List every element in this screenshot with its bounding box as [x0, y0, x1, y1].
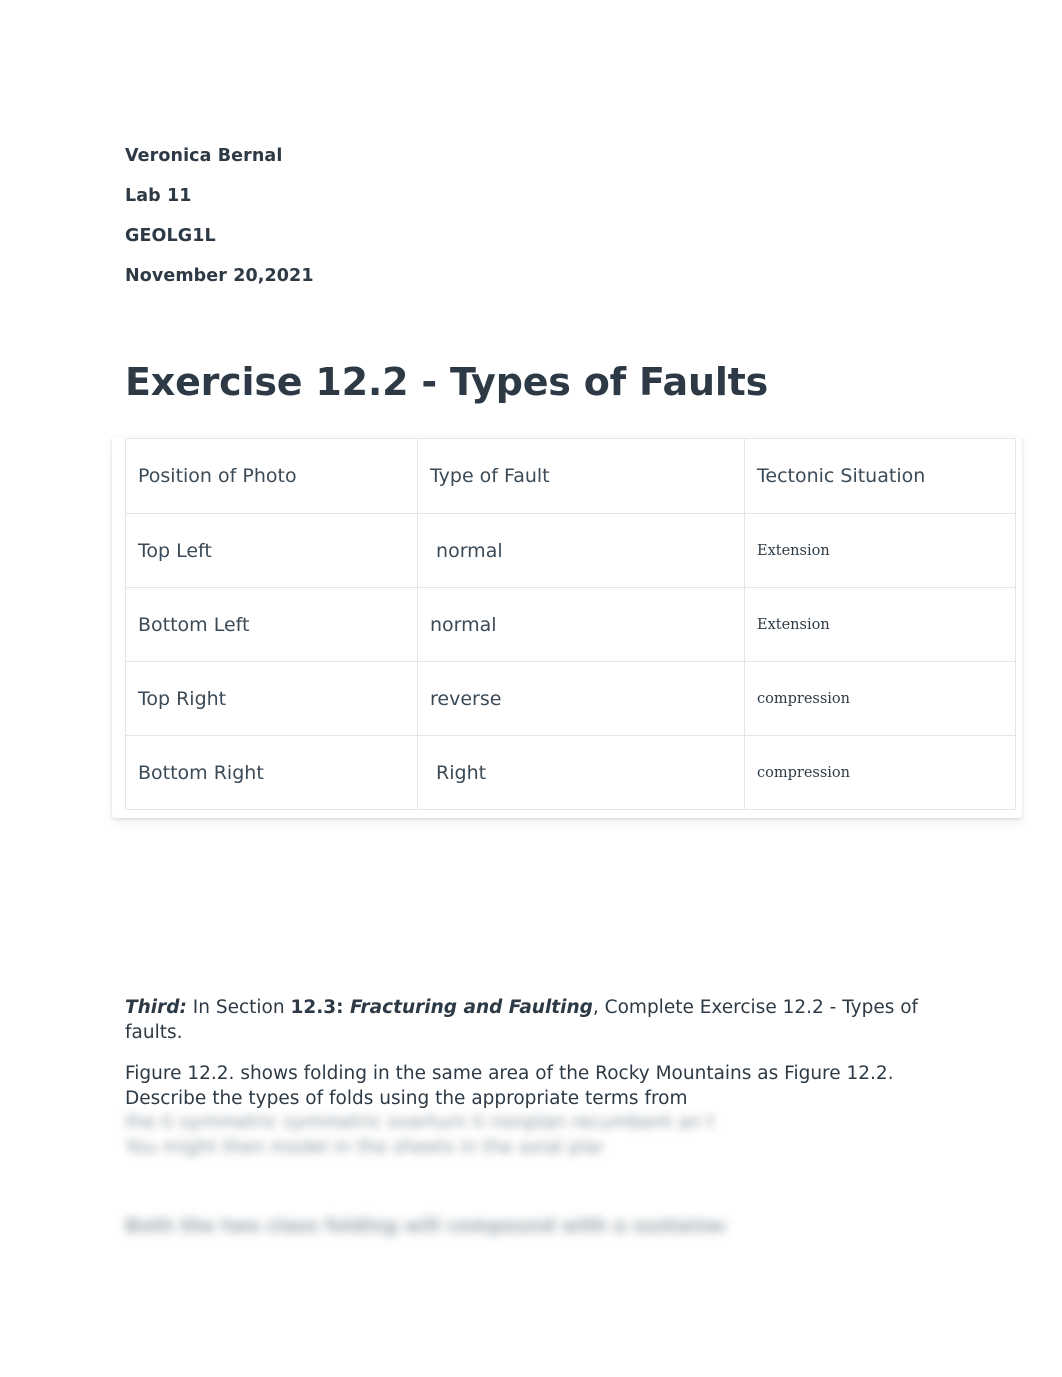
third-label: Third: — [125, 997, 187, 1018]
student-header: Veronica Bernal Lab 11 GEOLG1L November … — [125, 136, 925, 296]
cell-tectonic-situation: compression — [744, 661, 1016, 736]
table-header-row: Position of Photo Type of Fault Tectonic… — [125, 438, 1016, 514]
table-row: Top Right reverse compression — [125, 661, 1016, 736]
cell-tectonic-situation: Extension — [744, 587, 1016, 662]
table-row: Bottom Right Right compression — [125, 735, 1016, 810]
blurred-text-line: You might then model in the sheets in th… — [125, 1137, 603, 1158]
cell-text: normal — [430, 613, 497, 636]
column-header-label: Tectonic Situation — [757, 465, 926, 487]
page-title: Exercise 12.2 - Types of Faults — [125, 360, 769, 405]
blurred-text-line: the ti symmetric symmetric overturn ti n… — [125, 1112, 715, 1133]
locked-preview-block-1: the ti symmetric symmetric overturn ti n… — [125, 1110, 955, 1160]
cell-text: compression — [757, 691, 850, 707]
cell-position: Bottom Left — [125, 587, 418, 662]
figure-description-paragraph: Figure 12.2. shows folding in the same a… — [125, 1063, 894, 1109]
cell-text: compression — [757, 765, 850, 781]
student-name: Veronica Bernal — [125, 146, 283, 166]
document-page: Veronica Bernal Lab 11 GEOLG1L November … — [0, 0, 1062, 1377]
date-line: November 20,2021 — [125, 266, 314, 286]
table-row: Bottom Left normal Extension — [125, 587, 1016, 662]
cell-position: Top Left — [125, 513, 418, 588]
cell-text: Top Right — [138, 687, 227, 710]
cell-tectonic-situation: compression — [744, 735, 1016, 810]
cell-fault-type: reverse — [417, 661, 745, 736]
table-header-cell-fault-type: Type of Fault — [417, 438, 745, 514]
table-header-cell-position: Position of Photo — [125, 438, 418, 514]
cell-text: normal — [430, 539, 503, 562]
cell-text: Extension — [757, 543, 830, 559]
column-header-label: Type of Fault — [430, 465, 550, 487]
lab-number: Lab 11 — [125, 186, 192, 206]
cell-fault-type: normal — [417, 587, 745, 662]
section-number: 12.3: — [290, 997, 350, 1018]
table-row: Top Left normal Extension — [125, 513, 1016, 588]
instructions-section: Third: In Section 12.3: Fracturing and F… — [125, 995, 955, 1111]
section-name: Fracturing and Faulting — [349, 997, 593, 1018]
cell-text: Bottom Left — [138, 613, 250, 636]
faults-table: Position of Photo Type of Fault Tectonic… — [125, 438, 1016, 810]
column-header-label: Position of Photo — [138, 465, 297, 487]
cell-text: Top Left — [138, 539, 212, 562]
table-header-cell-tectonic: Tectonic Situation — [744, 438, 1016, 514]
cell-position: Top Right — [125, 661, 418, 736]
cell-text: Extension — [757, 617, 830, 633]
cell-position: Bottom Right — [125, 735, 418, 810]
cell-fault-type: Right — [417, 735, 745, 810]
third-text-part-1: In Section — [186, 997, 291, 1018]
third-instruction-paragraph: Third: In Section 12.3: Fracturing and F… — [125, 995, 955, 1045]
cell-text: Right — [430, 761, 487, 784]
course-code: GEOLG1L — [125, 226, 216, 246]
cell-text: Bottom Right — [138, 761, 264, 784]
cell-text: reverse — [430, 687, 502, 710]
cell-tectonic-situation: Extension — [744, 513, 1016, 588]
blurred-text-line: Both the two class folding will compound… — [125, 1216, 725, 1237]
locked-preview-block-2: Both the two class folding will compound… — [125, 1214, 955, 1239]
cell-fault-type: normal — [417, 513, 745, 588]
faults-table-container: Position of Photo Type of Fault Tectonic… — [112, 437, 1022, 818]
